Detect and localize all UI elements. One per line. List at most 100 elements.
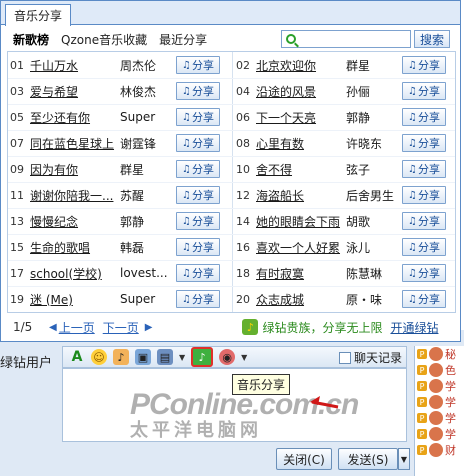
song-artist: Super xyxy=(120,110,156,124)
song-title-link[interactable]: 北京欢迎你 xyxy=(256,57,346,74)
send-button[interactable]: 发送(S) xyxy=(338,448,398,470)
subtab-new-songs[interactable]: 新歌榜 xyxy=(13,31,49,48)
qq-badge-icon: P xyxy=(417,445,427,455)
share-button[interactable]: ♫ 分享 xyxy=(402,186,446,204)
open-green-diamond-link[interactable]: 开通绿钻 xyxy=(390,319,438,336)
song-row: 19 迷 (Me) Super ♫ 分享 xyxy=(8,286,232,312)
next-page-link[interactable]: 下一页 xyxy=(103,319,139,336)
search-input[interactable] xyxy=(281,30,411,48)
share-button[interactable]: ♫ 分享 xyxy=(176,238,220,256)
music-note-icon: ♫ xyxy=(182,189,191,201)
share-button[interactable]: ♫ 分享 xyxy=(176,186,220,204)
chat-toolbar: A ☺ ♪ ▣ ▤ ▼ ♪ ◉ ▼ 聊天记录 xyxy=(62,346,407,368)
chevron-down-icon[interactable]: ▼ xyxy=(179,353,185,362)
song-title-link[interactable]: 她的眼睛会下雨 xyxy=(256,213,346,230)
music-note-icon: ♫ xyxy=(408,85,417,97)
song-title-link[interactable]: school(学校) xyxy=(30,265,120,282)
share-button[interactable]: ♫ 分享 xyxy=(402,290,446,308)
song-title-link[interactable]: 心里有数 xyxy=(256,135,346,152)
song-title-link[interactable]: 千山万水 xyxy=(30,57,120,74)
share-button[interactable]: ♫ 分享 xyxy=(176,264,220,282)
share-button[interactable]: ♫ 分享 xyxy=(176,108,220,126)
tab-music-share[interactable]: 音乐分享 xyxy=(5,4,72,26)
song-row: 12 海盗船长 后舍男生 ♫ 分享 xyxy=(234,182,456,208)
contact-item[interactable]: P财 xyxy=(415,442,464,458)
qq-badge-icon: P xyxy=(417,365,427,375)
share-button[interactable]: ♫ 分享 xyxy=(402,82,446,100)
song-title-link[interactable]: 同在蓝色星球上 xyxy=(30,135,120,152)
music-note-icon: ♫ xyxy=(182,59,191,71)
song-title-link[interactable]: 爱与希望 xyxy=(30,83,120,100)
share-button[interactable]: ♫ 分享 xyxy=(402,56,446,74)
contact-name: 秘 xyxy=(445,348,456,361)
contact-item[interactable]: P学 xyxy=(415,378,464,394)
share-button[interactable]: ♫ 分享 xyxy=(402,264,446,282)
music-share-icon[interactable]: ♪ xyxy=(191,347,214,367)
contact-item[interactable]: P秘 xyxy=(415,346,464,362)
emoticon-icon[interactable]: ☺ xyxy=(91,349,107,365)
share-label: 分享 xyxy=(191,189,214,202)
song-artist: 韩磊 xyxy=(120,240,145,255)
avatar xyxy=(429,443,443,457)
chevron-down-icon[interactable]: ▼ xyxy=(241,353,247,362)
screenshot-icon[interactable]: ▤ xyxy=(157,349,173,365)
song-title-link[interactable]: 喜欢一个人好累 xyxy=(256,239,346,256)
song-title-link[interactable]: 迷 (Me) xyxy=(30,291,120,308)
song-title-link[interactable]: 因为有你 xyxy=(30,161,120,178)
share-button[interactable]: ♫ 分享 xyxy=(176,212,220,230)
music-note-icon: ♫ xyxy=(182,85,191,97)
subtab-qzone[interactable]: Qzone音乐收藏 xyxy=(61,31,147,48)
contact-item[interactable]: P学 xyxy=(415,426,464,442)
song-title-link[interactable]: 慢慢纪念 xyxy=(30,213,120,230)
song-artist: 群星 xyxy=(346,58,371,73)
share-button[interactable]: ♫ 分享 xyxy=(176,82,220,100)
search-button[interactable]: 搜索 xyxy=(414,30,450,48)
song-row: 08 心里有数 许晓东 ♫ 分享 xyxy=(234,130,456,156)
song-title-link[interactable]: 谢谢你陪我一... xyxy=(30,187,120,204)
contact-item[interactable]: P学 xyxy=(415,410,464,426)
contact-item[interactable]: P学 xyxy=(415,394,464,410)
song-row: 04 沿途的风景 孙俪 ♫ 分享 xyxy=(234,78,456,104)
share-button[interactable]: ♫ 分享 xyxy=(402,108,446,126)
song-title-link[interactable]: 至少还有你 xyxy=(30,109,120,126)
gift-icon[interactable]: ◉ xyxy=(219,349,236,365)
song-title-link[interactable]: 有时寂寞 xyxy=(256,265,346,282)
next-arrow-icon[interactable]: ▶ xyxy=(145,322,153,333)
contact-name: 学 xyxy=(445,396,456,409)
share-label: 分享 xyxy=(191,85,214,98)
song-title-link[interactable]: 沿途的风景 xyxy=(256,83,346,100)
share-label: 分享 xyxy=(417,293,440,306)
share-button[interactable]: ♫ 分享 xyxy=(402,134,446,152)
share-button[interactable]: ♫ 分享 xyxy=(402,212,446,230)
chat-history-button[interactable]: 聊天记录 xyxy=(338,349,402,366)
song-artist: Super xyxy=(120,292,156,306)
song-number: 06 xyxy=(236,110,250,124)
share-button[interactable]: ♫ 分享 xyxy=(402,160,446,178)
song-title-link[interactable]: 生命的歌唱 xyxy=(30,239,120,256)
song-title-link[interactable]: 众志成城 xyxy=(256,291,346,308)
share-button[interactable]: ♫ 分享 xyxy=(176,56,220,74)
contact-name: 学 xyxy=(445,412,456,425)
green-diamond-icon: ♪ xyxy=(242,319,259,335)
shake-icon[interactable]: ♪ xyxy=(113,349,129,365)
share-label: 分享 xyxy=(191,293,214,306)
share-button[interactable]: ♫ 分享 xyxy=(176,134,220,152)
share-button[interactable]: ♫ 分享 xyxy=(402,238,446,256)
song-title-link[interactable]: 舍不得 xyxy=(256,161,346,178)
send-options-icon[interactable]: ▼ xyxy=(398,448,410,470)
prev-page-link[interactable]: 上一页 xyxy=(59,319,95,336)
song-title-link[interactable]: 下一个天亮 xyxy=(256,109,346,126)
pagination-footer: 1/5 ◀ 上一页 下一页 ▶ ♪ 绿钻贵族，分享无上限 开通绿钻 xyxy=(7,315,456,339)
subtab-recent[interactable]: 最近分享 xyxy=(159,31,207,48)
image-icon[interactable]: ▣ xyxy=(135,349,151,365)
share-label: 分享 xyxy=(417,267,440,280)
close-button[interactable]: 关闭(C) xyxy=(276,448,332,470)
page-indicator: 1/5 xyxy=(13,320,33,334)
song-title-link[interactable]: 海盗船长 xyxy=(256,187,346,204)
share-button[interactable]: ♫ 分享 xyxy=(176,290,220,308)
font-icon[interactable]: A xyxy=(69,349,85,365)
contact-item[interactable]: P色 xyxy=(415,362,464,378)
prev-arrow-icon[interactable]: ◀ xyxy=(49,322,57,333)
share-button[interactable]: ♫ 分享 xyxy=(176,160,220,178)
music-note-icon: ♫ xyxy=(182,111,191,123)
